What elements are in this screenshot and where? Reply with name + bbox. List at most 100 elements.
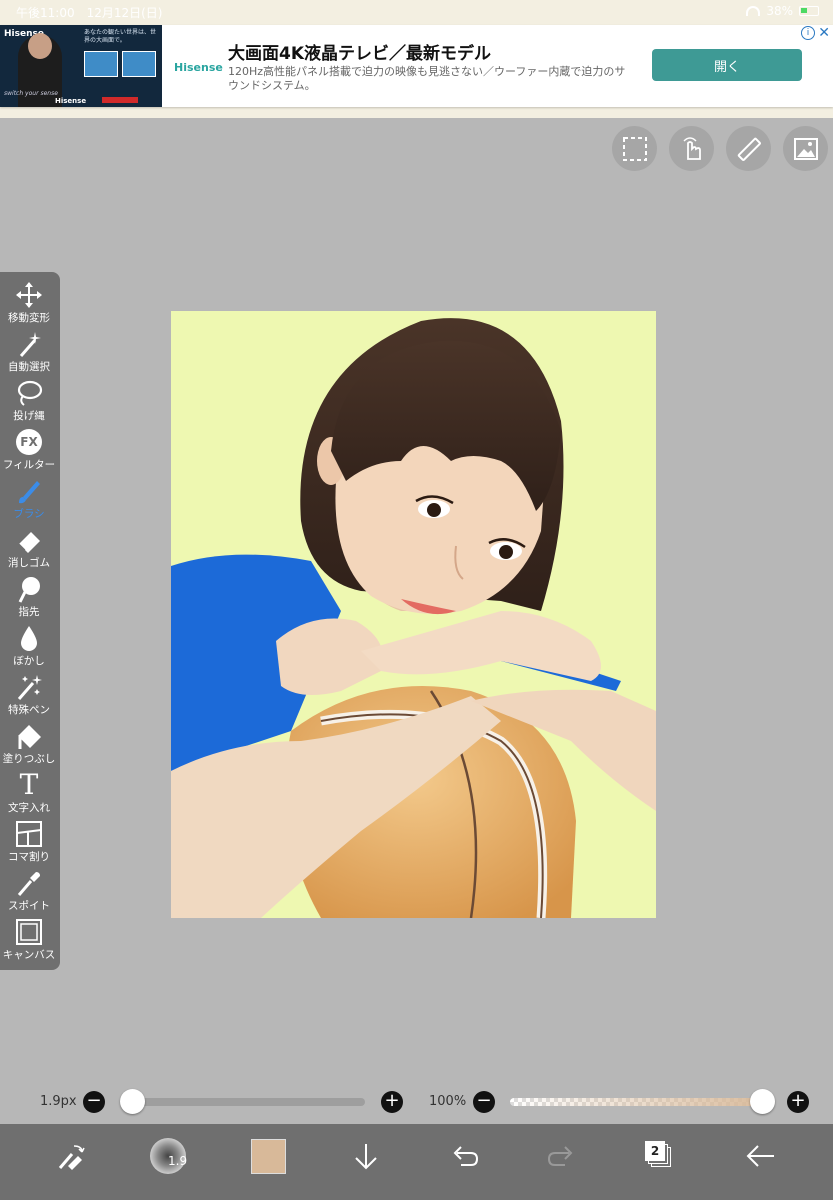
current-color-swatch [250, 1138, 286, 1174]
bucket-icon [14, 723, 44, 749]
tool-label: 塗りつぶし [2, 753, 56, 765]
battery-icon [799, 6, 819, 16]
panel-icon [14, 821, 44, 847]
text-glyph: T [19, 768, 39, 801]
tool-panel[interactable]: コマ割り [0, 819, 58, 867]
ad-open-button[interactable]: 開く [652, 49, 802, 81]
tool-eraser[interactable]: 消しゴム [0, 525, 58, 573]
ad-banner[interactable]: Hisense あなたの観たい世界は、世界の大画面で。 switch your … [0, 25, 833, 107]
arrow-down-icon [355, 1144, 377, 1170]
move-icon [14, 282, 44, 308]
lasso-icon [14, 380, 44, 406]
tool-label: 移動変形 [8, 312, 50, 324]
tool-label: 自動選択 [8, 361, 50, 373]
hand-touch-icon [682, 136, 701, 160]
opacity-decrease-button[interactable]: − [473, 1091, 495, 1113]
brush-size-badge: 1.9 [168, 1154, 188, 1168]
tool-special-pen[interactable]: 特殊ペン [0, 672, 58, 720]
swap-tool-button[interactable] [48, 1134, 92, 1178]
ad-tv-image [84, 51, 118, 77]
blur-drop-icon [14, 625, 44, 651]
layers-icon: 2 [645, 1141, 675, 1171]
image-icon [793, 137, 818, 160]
brush-sliders: 1.9px − + 100% − + [0, 1085, 833, 1119]
ad-mini-button [102, 97, 138, 103]
tool-label: フィルター [2, 459, 56, 471]
tool-text[interactable]: T 文字入れ [0, 770, 58, 818]
fx-glyph: FX [16, 429, 42, 455]
redo-button[interactable] [540, 1134, 584, 1178]
opacity-value: 100% [429, 1094, 467, 1109]
brush-eraser-swap-icon [58, 1145, 85, 1170]
touch-mode-button[interactable] [669, 126, 714, 171]
eyedropper-icon [14, 870, 44, 896]
tool-canvas[interactable]: キャンバス [0, 917, 58, 965]
canvas-icon [14, 919, 44, 945]
tool-eyedropper[interactable]: スポイト [0, 868, 58, 916]
brush-size-thumb[interactable] [120, 1089, 145, 1114]
ruler-button[interactable] [726, 126, 771, 171]
battery-percent: 38% [766, 4, 793, 18]
tool-blur[interactable]: ぼかし [0, 623, 58, 671]
layers-button[interactable]: 2 [638, 1134, 682, 1178]
status-bar: 午後11:00 12月12日(日) 38% [0, 0, 833, 24]
brush-size-value: 1.9px [40, 1094, 77, 1109]
tool-move[interactable]: 移動変形 [0, 280, 58, 328]
tool-fill[interactable]: 塗りつぶし [0, 721, 58, 769]
tool-label: コマ割り [8, 851, 50, 863]
wifi-icon [746, 6, 761, 16]
back-button[interactable] [738, 1134, 782, 1178]
color-button[interactable] [246, 1134, 290, 1178]
tool-smudge[interactable]: 指先 [0, 574, 58, 622]
ad-title[interactable]: 大画面4K液晶テレビ／最新モデル [228, 39, 491, 64]
layer-count: 2 [645, 1141, 665, 1161]
top-area: 午後11:00 12月12日(日) 38% Hisense あなたの観たい世界は… [0, 0, 833, 118]
size-decrease-button[interactable]: − [83, 1091, 105, 1113]
tool-brush[interactable]: ブラシ [0, 476, 58, 524]
size-increase-button[interactable]: + [381, 1091, 403, 1113]
tool-lasso[interactable]: 投げ縄 [0, 378, 58, 426]
brush-preview-icon: 1.9 [150, 1138, 188, 1174]
magic-wand-icon [14, 331, 44, 357]
ad-info-icon[interactable]: i [801, 26, 815, 40]
sparkle-pen-icon [14, 674, 44, 700]
brush-icon [14, 478, 44, 504]
arrow-left-icon [746, 1145, 774, 1167]
opacity-slider[interactable] [510, 1089, 775, 1114]
left-toolbar: 移動変形 自動選択 投げ縄 FX フィルター ブラシ 消しゴム 指先 ぼかし 特… [0, 272, 60, 970]
tool-auto-select[interactable]: 自動選択 [0, 329, 58, 377]
bottom-toolbar: 1.9 2 [0, 1124, 833, 1200]
status-time: 午後11:00 12月12日(日) [16, 6, 163, 20]
tool-label: スポイト [8, 900, 50, 912]
tool-label: ぼかし [13, 655, 45, 667]
save-down-button[interactable] [344, 1134, 388, 1178]
drawing-canvas[interactable] [171, 311, 656, 918]
tool-label: 特殊ペン [8, 704, 50, 716]
ad-left-copy: あなたの観たい世界は、世界の大画面で。 [84, 29, 157, 44]
undo-button[interactable] [442, 1134, 486, 1178]
brush-preview-button[interactable]: 1.9 [146, 1134, 190, 1178]
ad-tv-image [122, 51, 156, 77]
tool-label: 投げ縄 [13, 410, 45, 422]
ad-close-icon[interactable]: ✕ [818, 25, 830, 41]
status-right: 38% [746, 4, 819, 18]
selection-button[interactable] [612, 126, 657, 171]
tool-label: 指先 [18, 606, 40, 618]
smudge-icon [14, 576, 44, 603]
selection-icon [622, 136, 647, 161]
opacity-increase-button[interactable]: + [787, 1091, 809, 1113]
ad-image[interactable]: Hisense あなたの観たい世界は、世界の大画面で。 switch your … [0, 25, 162, 107]
ruler-icon [737, 137, 761, 161]
tool-label: ブラシ [13, 508, 45, 520]
ad-description: 120Hz高性能パネル搭載で迫力の映像も見逃さない／ウーファー内蔵で迫力のサウン… [228, 65, 626, 92]
ad-tagline: switch your sense [4, 90, 58, 97]
ad-brand-bottom: Hisense [55, 97, 87, 105]
opacity-thumb[interactable] [750, 1089, 775, 1114]
tool-label: 消しゴム [8, 557, 50, 569]
brush-size-slider[interactable] [120, 1089, 365, 1114]
material-button[interactable] [783, 126, 828, 171]
tool-label: キャンバス [2, 949, 56, 961]
tool-label: 文字入れ [8, 802, 50, 814]
tool-filter[interactable]: FX フィルター [0, 427, 58, 475]
ad-logo: Hisense [174, 61, 223, 74]
